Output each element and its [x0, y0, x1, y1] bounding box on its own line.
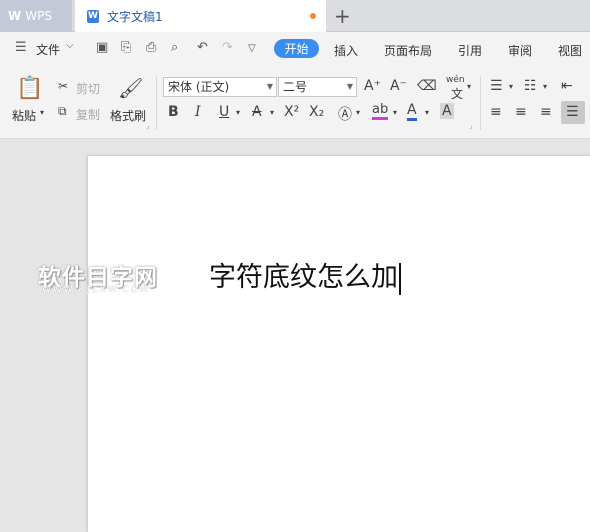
tab-start[interactable]: 开始: [274, 39, 319, 58]
ribbon-divider: [480, 76, 481, 130]
numbered-list-icon[interactable]: ☷: [524, 78, 537, 94]
wps-logo-icon: W: [8, 8, 22, 23]
text-effects-dropdown-icon[interactable]: ▾: [356, 108, 360, 117]
pinyin-dropdown-icon[interactable]: ▾: [467, 82, 471, 91]
copy-icon: ⧉: [58, 104, 67, 118]
copy-button[interactable]: 复制: [76, 106, 100, 123]
hamburger-icon[interactable]: ☰: [15, 40, 27, 55]
align-left-icon[interactable]: ≡: [490, 104, 502, 120]
font-color-icon[interactable]: A: [407, 102, 417, 121]
text-effects-icon[interactable]: Ⓐ: [338, 104, 352, 124]
chevron-down-icon: ▼: [346, 82, 353, 91]
highlight-icon[interactable]: ab: [372, 102, 389, 120]
italic-button[interactable]: I: [195, 104, 201, 120]
align-right-icon[interactable]: ≡: [540, 104, 552, 120]
paste-button[interactable]: 粘贴: [12, 107, 36, 124]
document-tab-label: 文字文稿1: [107, 9, 163, 24]
title-bar: W WPS W 文字文稿1 +: [0, 0, 590, 32]
clear-formatting-icon[interactable]: ⌫: [417, 78, 437, 94]
highlight-dropdown-icon[interactable]: ▾: [393, 108, 397, 117]
numbered-list-dropdown-icon[interactable]: ▾: [543, 82, 547, 91]
pinyin-char-icon: 文: [451, 87, 464, 101]
tab-review[interactable]: 审阅: [508, 42, 532, 59]
underline-dropdown-icon[interactable]: ▾: [236, 108, 240, 117]
bullet-list-icon[interactable]: ☰: [490, 78, 503, 94]
tab-insert[interactable]: 插入: [334, 42, 358, 59]
tab-view[interactable]: 视图: [558, 42, 582, 59]
bullet-list-dropdown-icon[interactable]: ▾: [509, 82, 513, 91]
font-size-select[interactable]: 二号 ▼: [278, 77, 357, 97]
text-cursor: [399, 262, 401, 295]
decrease-indent-icon[interactable]: ⇤: [561, 78, 573, 94]
font-size-value: 二号: [283, 80, 308, 94]
undo-icon[interactable]: ↶: [197, 40, 208, 55]
paste-icon[interactable]: 📋: [16, 76, 43, 101]
font-name-select[interactable]: 宋体 (正文) ▼: [163, 77, 277, 97]
customize-quick-access-icon[interactable]: ▽: [248, 43, 256, 54]
wps-home-tab[interactable]: W WPS: [0, 0, 72, 31]
align-center-icon[interactable]: ≡: [515, 104, 527, 120]
print-icon[interactable]: ⎙: [146, 40, 156, 55]
font-expand-icon[interactable]: ⌟: [469, 122, 472, 130]
strikethrough-button[interactable]: A: [252, 104, 262, 120]
new-tab-button[interactable]: +: [334, 4, 351, 28]
ribbon-divider: [156, 76, 157, 130]
character-shading-button[interactable]: A: [440, 103, 454, 119]
font-name-value: 宋体 (正文): [168, 80, 230, 94]
scissors-icon: ✂: [58, 79, 69, 93]
font-color-dropdown-icon[interactable]: ▾: [425, 108, 429, 117]
chevron-down-icon[interactable]: ⌵: [66, 40, 74, 51]
export-icon[interactable]: ⎘: [121, 40, 131, 55]
tab-page-layout[interactable]: 页面布局: [384, 42, 432, 59]
document-page[interactable]: [88, 156, 590, 532]
file-menu[interactable]: 文件: [36, 41, 60, 58]
document-tab[interactable]: W 文字文稿1: [75, 0, 326, 32]
grow-font-icon[interactable]: A⁺: [364, 78, 381, 94]
document-text: 字符底纹怎么加: [209, 262, 398, 293]
document-body[interactable]: 字符底纹怎么加: [209, 255, 401, 295]
unsaved-dot-icon: [310, 13, 316, 19]
save-icon[interactable]: ▣: [96, 40, 108, 55]
format-painter-button[interactable]: 格式刷: [110, 107, 146, 124]
chevron-down-icon: ▼: [266, 82, 273, 91]
redo-icon[interactable]: ↷: [222, 40, 233, 55]
cut-button[interactable]: 剪切: [76, 80, 100, 97]
clipboard-expand-icon[interactable]: ⌟: [146, 122, 149, 130]
underline-button[interactable]: U: [219, 104, 229, 120]
shrink-font-icon[interactable]: A⁻: [390, 78, 407, 94]
document-icon: W: [87, 9, 99, 23]
bold-button[interactable]: B: [168, 104, 179, 120]
tab-references[interactable]: 引用: [458, 42, 482, 59]
paste-dropdown-icon[interactable]: ▾: [40, 108, 44, 117]
justify-icon: ☰: [566, 104, 579, 120]
superscript-button[interactable]: X²: [284, 104, 299, 120]
format-painter-icon[interactable]: 🖌: [118, 76, 143, 100]
watermark-url: WWW.RJZXW.COM: [42, 285, 150, 295]
subscript-button[interactable]: X₂: [309, 104, 324, 120]
strikethrough-dropdown-icon[interactable]: ▾: [270, 108, 274, 117]
print-preview-icon[interactable]: ⌕: [171, 40, 178, 55]
pinyin-guide-icon[interactable]: wén: [446, 75, 465, 85]
wps-tab-label: WPS: [25, 8, 52, 23]
